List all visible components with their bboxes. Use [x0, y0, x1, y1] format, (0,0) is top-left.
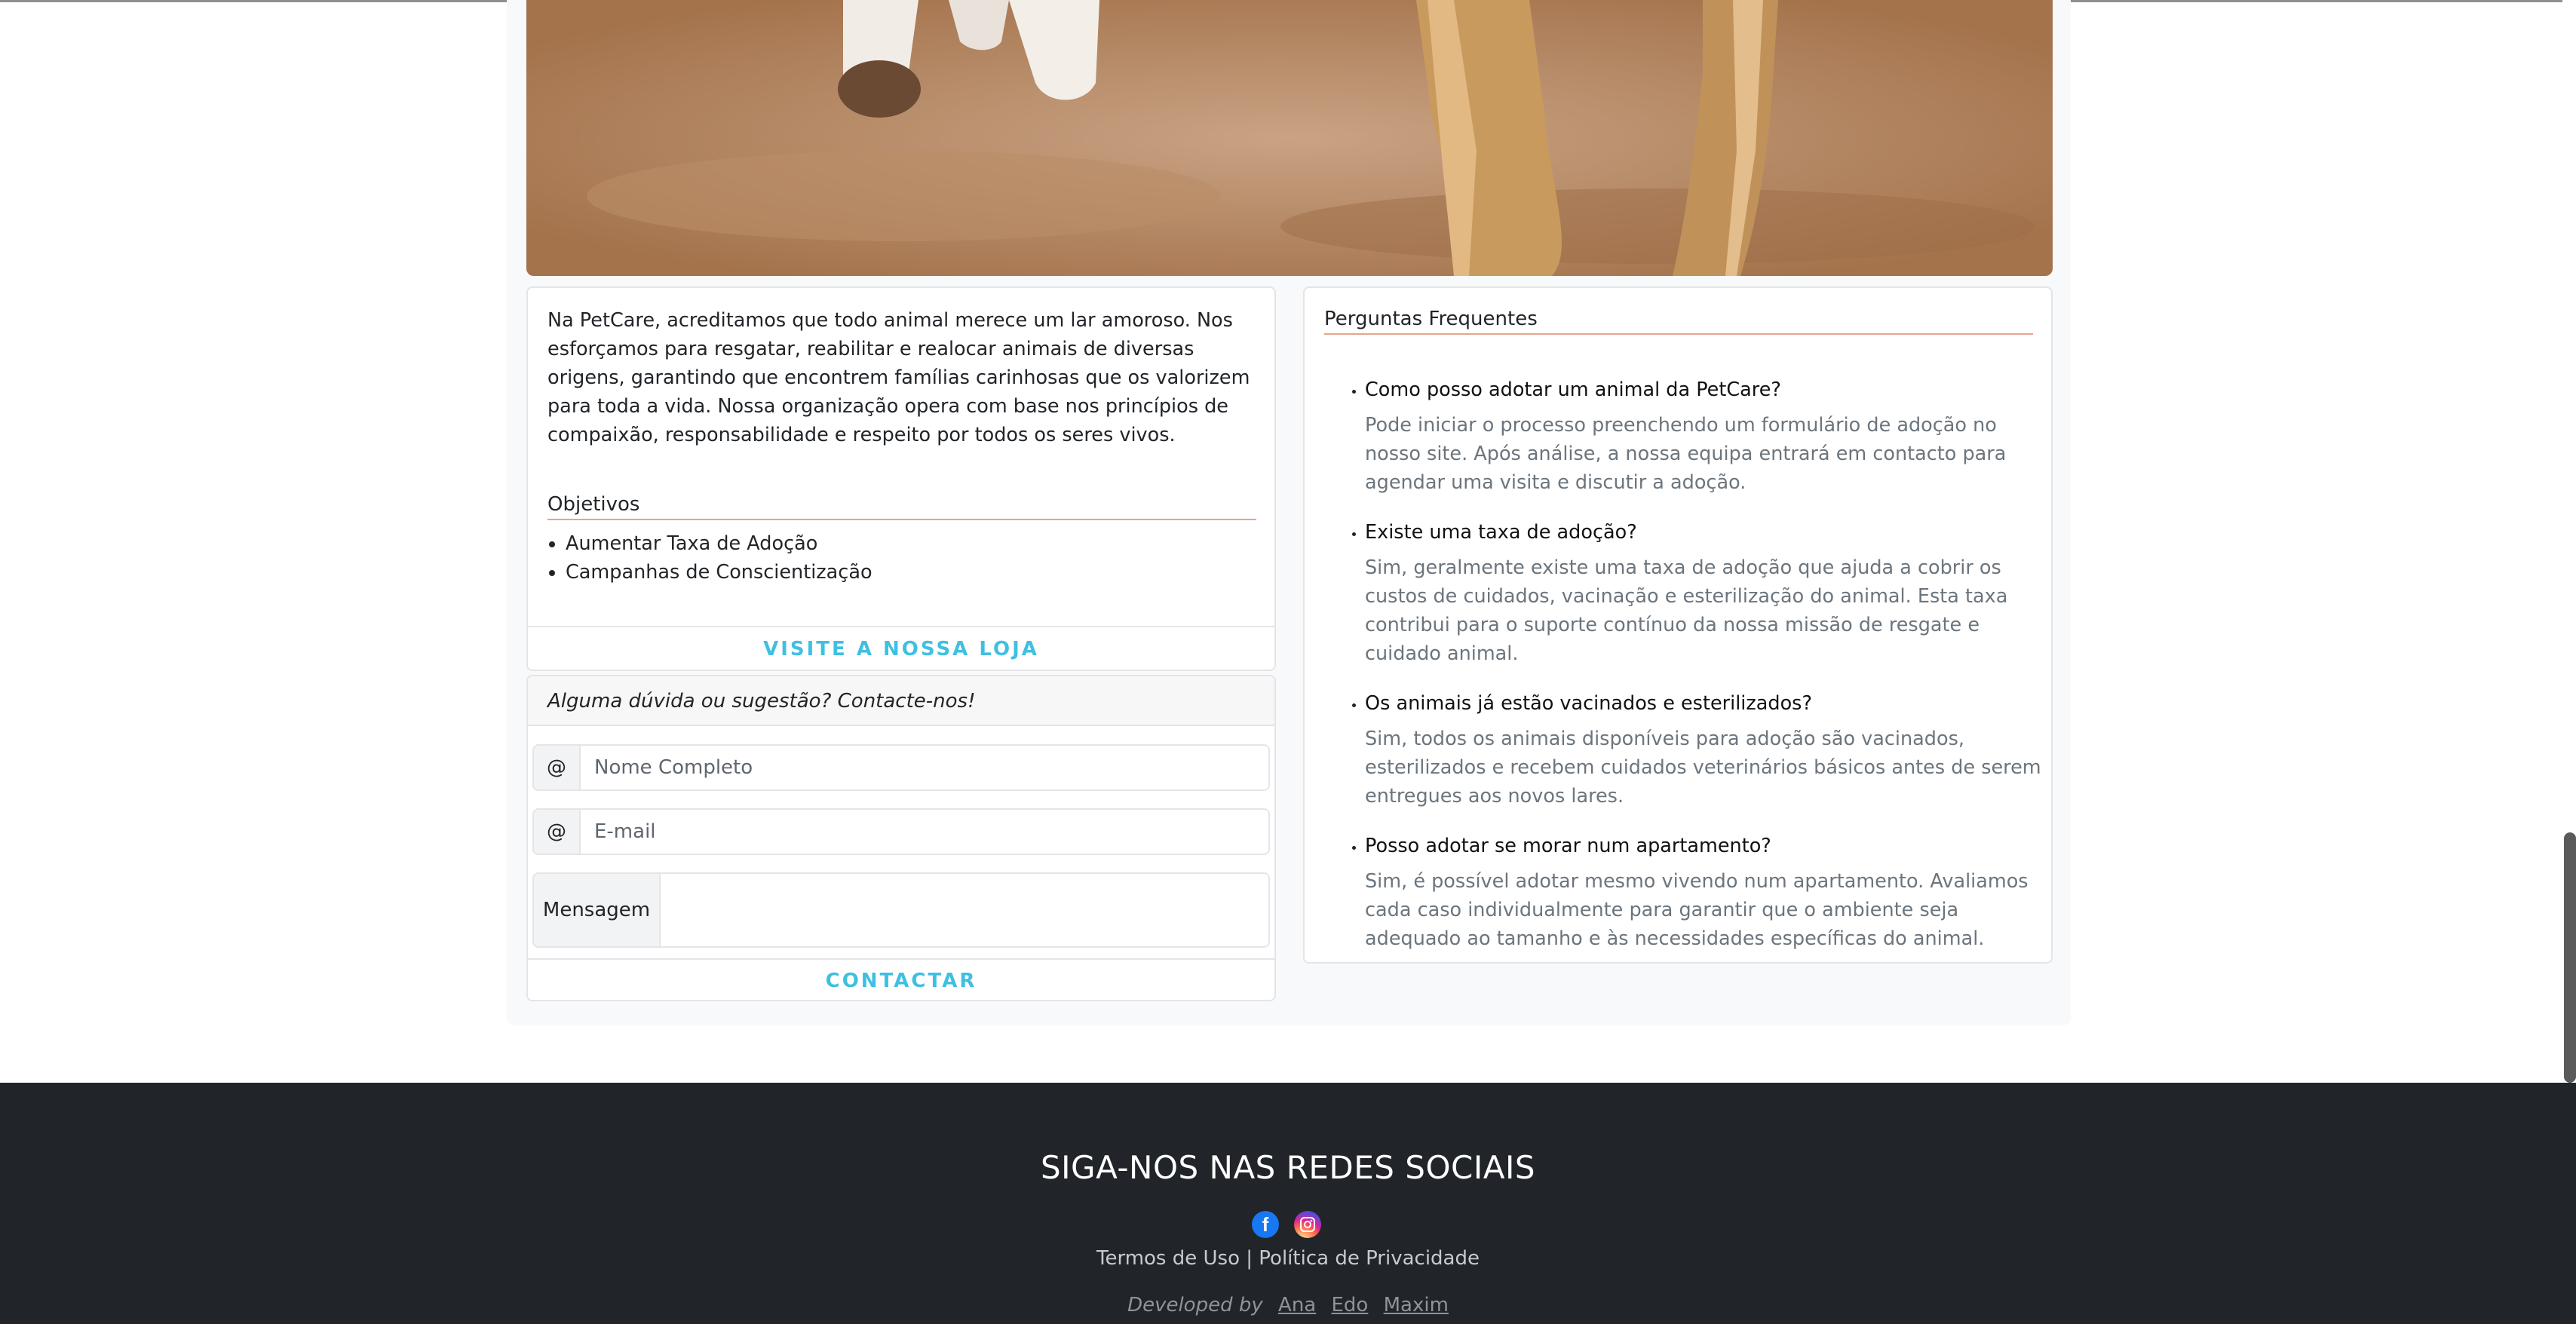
full-name-input[interactable]: [581, 746, 1268, 789]
site-footer: SIGA-NOS NAS REDES SOCIAIS f Termos de U…: [0, 1083, 2576, 1324]
contact-card: Alguma dúvida ou sugestão? Contacte-nos!…: [526, 675, 1276, 1001]
message-input-group: Mensagem: [532, 872, 1270, 948]
message-textarea[interactable]: [661, 874, 1268, 946]
faq-question: Como posso adotar um animal da PetCare?: [1365, 379, 1781, 401]
instagram-glyph: [1300, 1217, 1315, 1232]
about-paragraph: Na PetCare, acreditamos que todo animal …: [547, 309, 1250, 446]
faq-list: Como posso adotar um animal da PetCare? …: [1342, 375, 2044, 974]
faq-item: Como posso adotar um animal da PetCare? …: [1365, 375, 2044, 497]
email-input-group: @: [532, 808, 1270, 855]
legal-links: Termos de Uso | Política de Privacidade: [0, 1247, 2576, 1270]
faq-title: Perguntas Frequentes: [1324, 306, 2033, 335]
faq-item: Existe uma taxa de adoção? Sim, geralmen…: [1365, 518, 2044, 668]
faq-answer: Sim, geralmente existe uma taxa de adoçã…: [1365, 556, 2008, 665]
at-icon: @: [534, 810, 581, 854]
objectives-list: Aumentar Taxa de Adoção Campanhas de Con…: [528, 529, 872, 587]
privacy-link[interactable]: Política de Privacidade: [1259, 1247, 1480, 1270]
hero-photo-illustration: [526, 0, 2053, 276]
contact-header: Alguma dúvida ou sugestão? Contacte-nos!: [528, 676, 1274, 726]
instagram-icon[interactable]: [1294, 1211, 1321, 1238]
terms-link[interactable]: Termos de Uso: [1096, 1247, 1240, 1270]
list-item: Aumentar Taxa de Adoção: [566, 529, 872, 558]
developer-link-ana[interactable]: Ana: [1278, 1294, 1316, 1316]
social-links: f: [1252, 1211, 1321, 1238]
faq-question: Posso adotar se morar num apartamento?: [1365, 835, 1771, 857]
message-label: Mensagem: [534, 874, 661, 946]
follow-us-title: SIGA-NOS NAS REDES SOCIAIS: [1040, 1149, 1536, 1186]
name-input-group: @: [532, 744, 1270, 791]
email-input[interactable]: [581, 810, 1268, 854]
legal-separator: |: [1246, 1247, 1253, 1270]
faq-answer: Sim, é possível adotar mesmo vivendo num…: [1365, 870, 2029, 950]
objectives-title: Objetivos: [547, 492, 1256, 520]
contact-submit-button[interactable]: CONTACTAR: [528, 958, 1274, 1000]
developed-by: Developed by Ana Edo Maxim: [0, 1294, 2576, 1316]
faq-item: Posso adotar se morar num apartamento? S…: [1365, 832, 2044, 953]
visit-store-button[interactable]: VISITE A NOSSA LOJA: [528, 626, 1274, 671]
list-item: Campanhas de Conscientização: [566, 558, 872, 587]
developed-by-label: Developed by: [1127, 1294, 1263, 1316]
faq-question: Existe uma taxa de adoção?: [1365, 521, 1637, 544]
faq-item: Os animais já estão vacinados e esterili…: [1365, 689, 2044, 811]
developer-link-maxim[interactable]: Maxim: [1384, 1294, 1449, 1316]
faq-question: Os animais já estão vacinados e esterili…: [1365, 692, 1812, 715]
faq-card: Perguntas Frequentes Como posso adotar u…: [1303, 287, 2053, 964]
facebook-icon[interactable]: f: [1252, 1211, 1279, 1238]
hero-dog-photo: [526, 0, 2053, 276]
faq-answer: Sim, todos os animais disponíveis para a…: [1365, 728, 2041, 808]
scrollbar-thumb[interactable]: [2564, 832, 2576, 1083]
at-icon: @: [534, 746, 581, 789]
developer-link-edo[interactable]: Edo: [1332, 1294, 1369, 1316]
about-card: Na PetCare, acreditamos que todo animal …: [526, 287, 1276, 671]
faq-answer: Pode iniciar o processo preenchendo um f…: [1365, 414, 2007, 494]
